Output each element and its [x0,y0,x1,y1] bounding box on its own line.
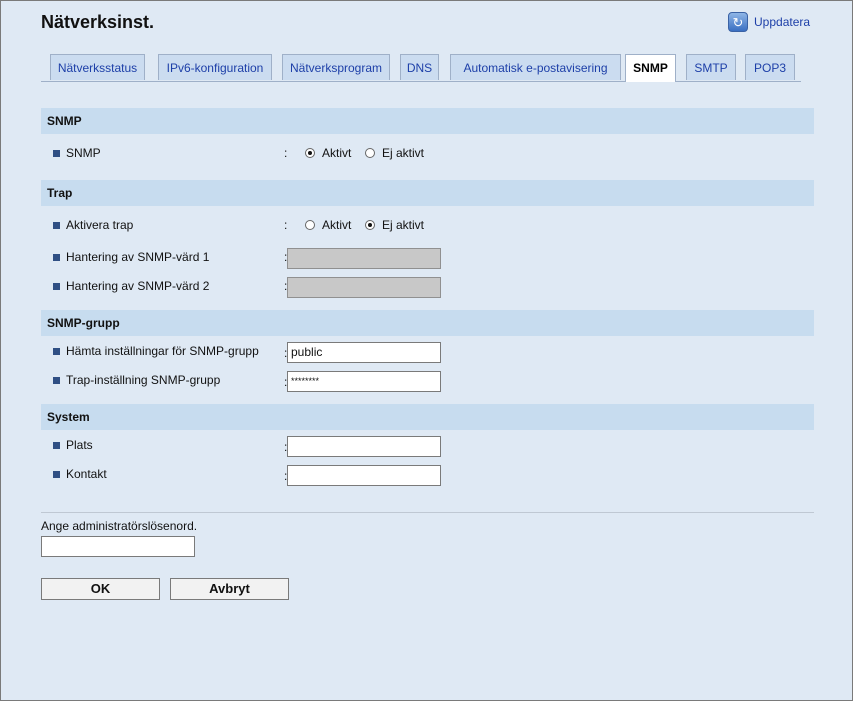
tab-ipv6-konfiguration[interactable]: IPv6-konfiguration [158,54,272,80]
section-header-snmp-grupp: SNMP-grupp [41,310,814,336]
bullet-icon [53,282,60,290]
radio-label[interactable]: Ej aktivt [382,218,424,232]
location-label: Plats [66,438,93,452]
section-header-system: System [41,404,814,430]
location-field[interactable] [287,436,441,457]
tab-smtp[interactable]: SMTP [686,54,736,80]
radio-unchecked-icon[interactable] [365,148,375,158]
tab-dns[interactable]: DNS [400,54,439,80]
page-title: Nätverksinst. [41,12,155,32]
tab-bar: Nätverksstatus IPv6-konfiguration Nätver… [41,54,801,82]
get-community-field[interactable]: public [287,342,441,363]
bullet-icon [53,376,60,384]
bullet-icon [53,441,60,449]
trap-enable-row-label: Aktivera trap [53,218,133,232]
tab-natverksstatus[interactable]: Nätverksstatus [50,54,145,80]
radio-label[interactable]: Aktivt [322,146,351,160]
get-community-row-label: Hämta inställningar för SNMP-grupp [53,344,259,358]
radio-label[interactable]: Aktivt [322,218,351,232]
radio-checked-icon[interactable] [305,148,315,158]
colon: : [284,146,288,160]
host1-row-label: Hantering av SNMP-värd 1 [53,250,209,264]
host1-label: Hantering av SNMP-värd 1 [66,250,210,264]
host1-field[interactable] [287,248,441,269]
snmp-row-label: SNMP [53,146,101,160]
trap-community-label: Trap-inställning SNMP-grupp [66,373,221,387]
location-row-label: Plats [53,438,93,452]
admin-password-field[interactable] [41,536,195,557]
contact-label: Kontakt [66,467,107,481]
ok-button[interactable]: OK [41,578,160,600]
bullet-icon [53,149,60,157]
cancel-button[interactable]: Avbryt [170,578,289,600]
radio-label[interactable]: Ej aktivt [382,146,424,160]
refresh-link[interactable]: ↻ Uppdatera [728,12,810,32]
contact-field[interactable] [287,465,441,486]
bullet-icon [53,253,60,261]
trap-community-row-label: Trap-inställning SNMP-grupp [53,373,220,387]
host2-field[interactable] [287,277,441,298]
section-header-snmp: SNMP [41,108,814,134]
bullet-icon [53,470,60,478]
tab-pop3[interactable]: POP3 [745,54,795,80]
section-header-trap: Trap [41,180,814,206]
tab-snmp[interactable]: SNMP [625,54,676,82]
divider [41,512,814,513]
trap-enable-label: Aktivera trap [66,218,134,232]
snmp-radio-aktivt[interactable]: Aktivt [305,146,351,160]
colon: : [284,218,288,232]
trap-community-field[interactable]: ******** [287,371,441,392]
bullet-icon [53,221,60,229]
bullet-icon [53,347,60,355]
radio-unchecked-icon[interactable] [305,220,315,230]
app-window: Nätverksinst. ↻ Uppdatera Nätverksstatus… [0,0,853,701]
tab-automatisk-e-postavisering[interactable]: Automatisk e-postavisering [450,54,621,80]
contact-row-label: Kontakt [53,467,107,481]
host2-label: Hantering av SNMP-värd 2 [66,279,210,293]
snmp-radio-ej-aktivt[interactable]: Ej aktivt [365,146,424,160]
trap-radio-aktivt[interactable]: Aktivt [305,218,351,232]
trap-radio-ej-aktivt[interactable]: Ej aktivt [365,218,424,232]
admin-password-label: Ange administratörslösenord. [41,519,198,533]
tab-natverksprogram[interactable]: Nätverksprogram [282,54,390,80]
get-community-label: Hämta inställningar för SNMP-grupp [66,344,259,358]
refresh-label[interactable]: Uppdatera [754,15,810,29]
snmp-label: SNMP [66,146,101,160]
radio-checked-icon[interactable] [365,220,375,230]
refresh-icon[interactable]: ↻ [728,12,748,32]
host2-row-label: Hantering av SNMP-värd 2 [53,279,209,293]
